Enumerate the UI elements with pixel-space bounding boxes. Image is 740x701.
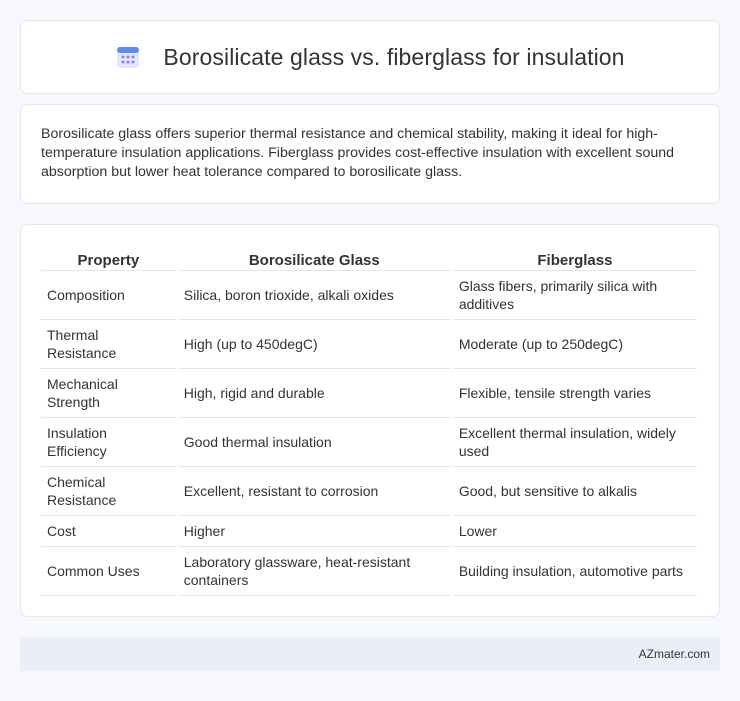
property-cell: Common Uses	[41, 547, 176, 596]
borosilicate-cell: High (up to 450degC)	[177, 320, 451, 369]
fiberglass-cell: Lower	[452, 516, 697, 547]
borosilicate-cell: High, rigid and durable	[177, 369, 451, 418]
table-header-row: Property Borosilicate Glass Fiberglass	[41, 245, 697, 271]
property-cell: Mechanical Strength	[41, 369, 176, 418]
table-row: Common Uses Laboratory glassware, heat-r…	[41, 547, 697, 596]
header-borosilicate: Borosilicate Glass	[177, 245, 451, 271]
summary-card: Borosilicate glass offers superior therm…	[20, 104, 720, 204]
borosilicate-cell: Laboratory glassware, heat-resistant con…	[177, 547, 451, 596]
borosilicate-cell: Silica, boron trioxide, alkali oxides	[177, 271, 451, 320]
property-cell: Chemical Resistance	[41, 467, 176, 516]
borosilicate-cell: Good thermal insulation	[177, 418, 451, 467]
table-row: Mechanical Strength High, rigid and dura…	[41, 369, 697, 418]
fiberglass-cell: Flexible, tensile strength varies	[452, 369, 697, 418]
footer-bar: AZmater.com	[20, 637, 720, 671]
fiberglass-cell: Moderate (up to 250degC)	[452, 320, 697, 369]
calendar-icon	[115, 44, 141, 70]
borosilicate-cell: Higher	[177, 516, 451, 547]
property-cell: Insulation Efficiency	[41, 418, 176, 467]
comparison-card: Property Borosilicate Glass Fiberglass C…	[20, 224, 720, 617]
fiberglass-cell: Building insulation, automotive parts	[452, 547, 697, 596]
property-cell: Cost	[41, 516, 176, 547]
fiberglass-cell: Good, but sensitive to alkalis	[452, 467, 697, 516]
header-fiberglass: Fiberglass	[452, 245, 697, 271]
comparison-table: Property Borosilicate Glass Fiberglass C…	[39, 245, 699, 596]
table-row: Chemical Resistance Excellent, resistant…	[41, 467, 697, 516]
table-row: Composition Silica, boron trioxide, alka…	[41, 271, 697, 320]
footer-brand: AZmater.com	[638, 647, 710, 661]
property-cell: Thermal Resistance	[41, 320, 176, 369]
fiberglass-cell: Glass fibers, primarily silica with addi…	[452, 271, 697, 320]
property-cell: Composition	[41, 271, 176, 320]
title-card: Borosilicate glass vs. fiberglass for in…	[20, 20, 720, 94]
header-property: Property	[41, 245, 176, 271]
summary-text: Borosilicate glass offers superior therm…	[41, 126, 674, 180]
borosilicate-cell: Excellent, resistant to corrosion	[177, 467, 451, 516]
fiberglass-cell: Excellent thermal insulation, widely use…	[452, 418, 697, 467]
table-row: Cost Higher Lower	[41, 516, 697, 547]
table-row: Thermal Resistance High (up to 450degC) …	[41, 320, 697, 369]
table-row: Insulation Efficiency Good thermal insul…	[41, 418, 697, 467]
page-title: Borosilicate glass vs. fiberglass for in…	[163, 43, 625, 70]
